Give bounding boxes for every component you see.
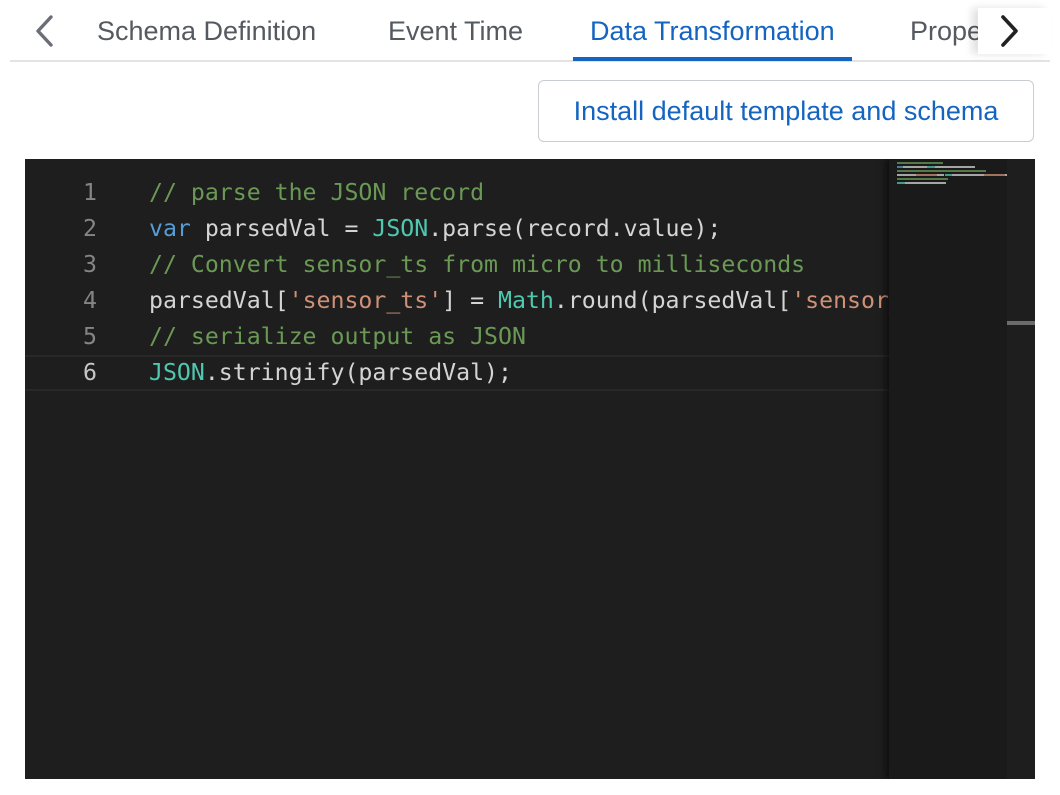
- minimap-token: [897, 162, 943, 164]
- code-editor[interactable]: 1 // parse the JSON record 2 var parsedVal …: [25, 159, 1035, 779]
- tab-properties[interactable]: Properties: [910, 0, 980, 60]
- chevron-left-icon[interactable]: [24, 8, 64, 54]
- minimap[interactable]: [889, 159, 1007, 779]
- minimap-token: [897, 178, 949, 180]
- chevron-right-icon[interactable]: [978, 8, 1050, 54]
- minimap-token: [927, 166, 935, 168]
- minimap-token: [984, 174, 1006, 176]
- code-line[interactable]: 2 var parsedVal = JSON.parse(record.value…: [25, 211, 889, 247]
- minimap-token: [904, 182, 947, 184]
- code-line[interactable]: 4 parsedVal['sensor_ts'] = Math.round(par…: [25, 283, 889, 319]
- tab-bar: Schema Definition Event Time Data Transf…: [10, 0, 1050, 62]
- minimap-token: [936, 174, 945, 176]
- code-token: // parse the JSON record: [149, 179, 485, 206]
- line-number: 1: [83, 179, 97, 206]
- code-token: .round(parsedVal[: [553, 287, 792, 314]
- minimap-token: [935, 166, 975, 168]
- code-token: var: [149, 215, 191, 242]
- line-number: 4: [83, 287, 97, 314]
- code-line[interactable]: 3 // Convert sensor_ts from micro to mill…: [25, 247, 889, 283]
- code-token: JSON: [372, 215, 429, 242]
- line-number: 6: [83, 359, 97, 386]
- code-token: JSON: [149, 359, 205, 386]
- minimap-token: [897, 170, 987, 172]
- tab-data-transformation[interactable]: Data Transformation: [573, 0, 852, 61]
- tab-properties-clip: Properties: [910, 0, 980, 60]
- minimap-token: [952, 174, 985, 176]
- line-number: 2: [83, 215, 97, 242]
- line-number: 5: [83, 323, 97, 350]
- minimap-token: [916, 174, 937, 176]
- code-token: 'sensor_ts': [288, 287, 443, 314]
- minimap-token: [897, 182, 905, 184]
- line-text: JSON.stringify(parsedVal);: [149, 357, 512, 389]
- line-text: // parse the JSON record: [149, 175, 484, 211]
- code-token: parsedVal[: [149, 287, 289, 314]
- code-line[interactable]: 6 JSON.stringify(parsedVal);: [25, 355, 889, 391]
- line-text: // serialize output as JSON: [149, 319, 526, 355]
- minimap-token: [902, 166, 928, 168]
- code-token: // serialize output as JSON: [149, 323, 526, 350]
- code-line[interactable]: 1 // parse the JSON record: [25, 175, 889, 211]
- code-line[interactable]: 5 // serialize output as JSON: [25, 319, 889, 355]
- code-token: ] =: [442, 287, 499, 314]
- line-text: // Convert sensor_ts from micro to milli…: [149, 247, 805, 283]
- line-number: 3: [83, 251, 97, 278]
- line-text: parsedVal['sensor_ts'] = Math.round(pars…: [149, 283, 889, 319]
- code-lines[interactable]: 1 // parse the JSON record 2 var parsedVal …: [25, 175, 889, 765]
- minimap-token: [897, 174, 916, 176]
- scroll-cursor-marker: [1007, 321, 1035, 325]
- editor-scrollbar[interactable]: [1007, 159, 1035, 779]
- code-token: Math: [498, 287, 554, 314]
- minimap-token: [944, 174, 953, 176]
- code-token: .parse(record.value);: [428, 215, 722, 242]
- install-default-template-button[interactable]: Install default template and schema: [538, 80, 1034, 142]
- code-token: 'sensor_ts': [791, 287, 889, 314]
- code-token: .stringify(parsedVal);: [204, 359, 512, 386]
- tab-event-time[interactable]: Event Time: [388, 0, 523, 60]
- line-text: var parsedVal = JSON.parse(record.value)…: [149, 211, 721, 247]
- code-token: // Convert sensor_ts from micro to milli…: [149, 251, 806, 278]
- code-token: parsedVal =: [190, 215, 373, 242]
- tab-schema-definition[interactable]: Schema Definition: [97, 0, 316, 60]
